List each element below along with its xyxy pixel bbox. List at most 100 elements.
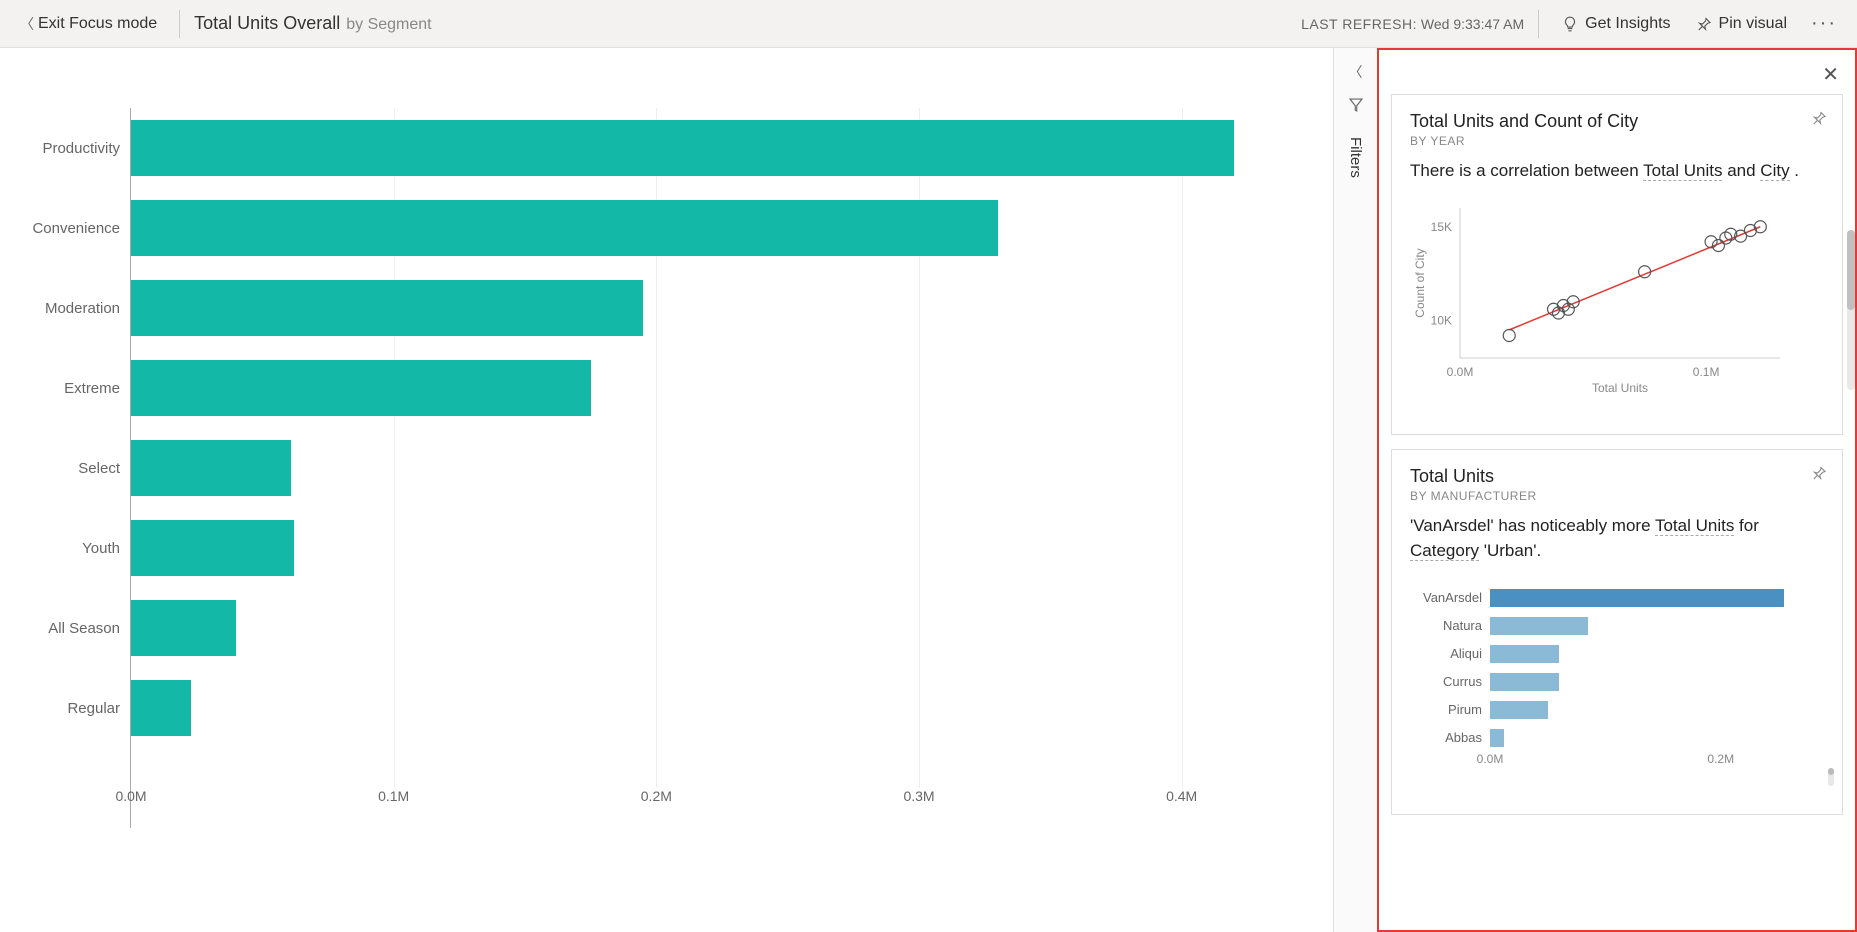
exit-focus-button[interactable]: 〈 Exit Focus mode — [12, 10, 165, 38]
pin-icon — [1695, 15, 1713, 33]
bar[interactable] — [131, 520, 294, 576]
get-insights-label: Get Insights — [1585, 15, 1670, 33]
bar[interactable] — [131, 120, 1234, 176]
mini-y-label: Pirum — [1410, 702, 1490, 717]
mini-bar[interactable] — [1490, 617, 1588, 635]
bars-container — [131, 108, 1313, 748]
bar[interactable] — [131, 600, 236, 656]
plot-area: 0.0M0.1M0.2M0.3M0.4M — [130, 108, 1313, 828]
get-insights-button[interactable]: Get Insights — [1553, 11, 1678, 37]
scatter-plot: 10K15K0.0M0.1MTotal UnitsCount of City — [1410, 198, 1790, 398]
bar-row — [131, 588, 1313, 668]
exit-focus-label: Exit Focus mode — [38, 15, 157, 33]
bar-row — [131, 668, 1313, 748]
chevron-left-icon: 〈 — [20, 14, 34, 34]
x-axis-tick: 0.1M — [378, 788, 409, 804]
mini-bar-row: Currus — [1410, 668, 1824, 696]
mini-bar-row: VanArsdel — [1410, 584, 1824, 612]
page-title: Total Units Overall by Segment — [194, 13, 431, 34]
topbar: 〈 Exit Focus mode Total Units Overall by… — [0, 0, 1857, 48]
mini-bar[interactable] — [1490, 729, 1504, 747]
pin-insight-button[interactable] — [1810, 464, 1828, 487]
mini-y-label: Natura — [1410, 618, 1490, 633]
bar[interactable] — [131, 200, 998, 256]
mini-bar-row: Aliqui — [1410, 640, 1824, 668]
insight-title: Total Units — [1410, 466, 1824, 487]
bar-row — [131, 348, 1313, 428]
x-axis-tick: 0.2M — [641, 788, 672, 804]
insights-panel: ✕ Total Units and Count of City BY YEAR Th… — [1377, 48, 1857, 932]
y-axis-label: Moderation — [30, 268, 130, 348]
title-main: Total Units Overall — [194, 13, 340, 34]
main: ProductivityConvenienceModerationExtreme… — [0, 48, 1857, 932]
y-axis-label: Regular — [30, 668, 130, 748]
mini-bar-row: Natura — [1410, 612, 1824, 640]
bar[interactable] — [131, 360, 591, 416]
filters-rail: 〈 Filters — [1333, 48, 1377, 932]
insight-scroll-thumb[interactable] — [1828, 768, 1834, 775]
insight-cards-container: Total Units and Count of City BY YEAR Ther… — [1391, 62, 1843, 815]
last-refresh: LAST REFRESH: Wed 9:33:47 AM — [1301, 16, 1524, 32]
mini-bar-row: Pirum — [1410, 696, 1824, 724]
collapse-filters-button[interactable]: 〈 — [1349, 62, 1363, 82]
svg-text:0.0M: 0.0M — [1447, 365, 1474, 379]
insight-mini-chart[interactable]: VanArsdel Natura Aliqui Currus Pirum Abbas 0.0… — [1410, 578, 1824, 798]
mini-y-label: Abbas — [1410, 730, 1490, 745]
divider — [1538, 10, 1539, 38]
insight-description: There is a correlation between Total Uni… — [1410, 158, 1824, 184]
y-axis-label: All Season — [30, 588, 130, 668]
y-axis-label: Select — [30, 428, 130, 508]
y-axis-label: Productivity — [30, 108, 130, 188]
bar[interactable] — [131, 280, 643, 336]
insight-mini-chart[interactable]: 10K15K0.0M0.1MTotal UnitsCount of City — [1410, 198, 1824, 418]
pin-visual-label: Pin visual — [1719, 15, 1787, 33]
x-axis-tick: 0.4M — [1166, 788, 1197, 804]
page-scroll-thumb[interactable] — [1847, 230, 1855, 310]
mini-y-label: Currus — [1410, 674, 1490, 689]
svg-text:10K: 10K — [1431, 313, 1452, 327]
mini-bar[interactable] — [1490, 589, 1784, 607]
mini-y-label: VanArsdel — [1410, 590, 1490, 605]
bar[interactable] — [131, 440, 291, 496]
mini-bar[interactable] — [1490, 673, 1559, 691]
bulb-icon — [1561, 15, 1579, 33]
mini-bar[interactable] — [1490, 645, 1559, 663]
mini-y-label: Aliqui — [1410, 646, 1490, 661]
svg-text:Count of City: Count of City — [1413, 248, 1427, 317]
y-axis-label: Youth — [30, 508, 130, 588]
mini-x-tick: 0.2M — [1707, 752, 1734, 766]
mini-bar-row: Abbas — [1410, 724, 1824, 752]
filters-label: Filters — [1347, 137, 1364, 178]
insight-description: 'VanArsdel' has noticeably more Total Un… — [1410, 513, 1824, 564]
bar-row — [131, 188, 1313, 268]
x-axis-tick: 0.0M — [115, 788, 146, 804]
y-axis-label: Extreme — [30, 348, 130, 428]
pin-insight-button[interactable] — [1810, 109, 1828, 132]
close-insights-button[interactable]: ✕ — [1822, 62, 1839, 87]
insight-title: Total Units and Count of City — [1410, 111, 1824, 132]
filter-icon[interactable] — [1347, 96, 1365, 119]
x-axis-tick: 0.3M — [903, 788, 934, 804]
more-options-button[interactable]: ··· — [1803, 12, 1845, 35]
insight-card[interactable]: Total UnitsBY MANUFACTURER'VanArsdel' ha… — [1391, 449, 1843, 815]
page-scrollbar[interactable] — [1847, 230, 1855, 390]
title-sub: by Segment — [346, 16, 431, 34]
insight-scrollbar[interactable] — [1828, 768, 1834, 786]
bar-row — [131, 428, 1313, 508]
insight-card[interactable]: Total Units and Count of City BY YEAR Ther… — [1391, 94, 1843, 435]
y-axis-labels: ProductivityConvenienceModerationExtreme… — [30, 108, 130, 828]
svg-text:Total Units: Total Units — [1592, 381, 1648, 395]
x-axis: 0.0M0.1M0.2M0.3M0.4M — [131, 788, 1313, 808]
insight-subtitle: BY YEAR — [1410, 134, 1824, 148]
divider — [179, 10, 180, 38]
main-bar-chart[interactable]: ProductivityConvenienceModerationExtreme… — [30, 108, 1313, 828]
bar[interactable] — [131, 680, 191, 736]
svg-text:15K: 15K — [1431, 219, 1452, 233]
main-chart-area: ProductivityConvenienceModerationExtreme… — [0, 48, 1333, 932]
pin-visual-button[interactable]: Pin visual — [1687, 11, 1795, 37]
mini-bar[interactable] — [1490, 701, 1548, 719]
mini-x-tick: 0.0M — [1477, 752, 1504, 766]
last-refresh-value: Wed 9:33:47 AM — [1421, 16, 1524, 32]
y-axis-label: Convenience — [30, 188, 130, 268]
bar-row — [131, 108, 1313, 188]
